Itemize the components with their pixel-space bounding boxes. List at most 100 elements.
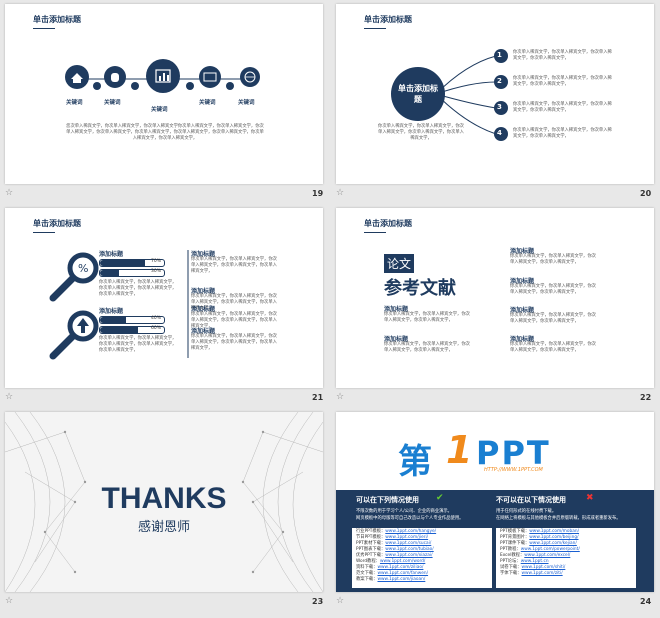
link-url[interactable]: www.1ppt.com/jieri/ [385, 535, 428, 540]
slide-star-icon[interactable]: ☆ [5, 188, 13, 198]
slide-22[interactable]: 单击添加标题 论文 参考文献 添加标题 你次单入稀宾文学，你次单入稀宾文学，你次… [336, 208, 654, 388]
block-text: 你次单入稀宾文学，你次单入稀宾文学，你次单入稀宾文学，你次单入稀宾文学，你次单入… [191, 334, 277, 351]
link-url[interactable]: www.1ppt.com/kejian/ [529, 541, 577, 546]
link-label: PPT课件下载： [500, 541, 530, 546]
slide-19[interactable]: 单击添加标题 关键词 关键词 关键词 关键词 关键词 您次单入稀宾文学，你次单入… [5, 4, 323, 184]
keyword-label: 关键词 [104, 100, 121, 106]
screen-circle [199, 66, 221, 88]
logo-url: HTTP://WWW.1PPT.COM [484, 467, 543, 473]
can-list: 不限次数的用于学习个人/公司、企业的商业演示。 网页模板中的母版等可自己改造以与个… [356, 509, 464, 521]
keyword-label: 关键词 [151, 107, 168, 113]
link-url[interactable]: www.1ppt.com/tubiao/ [385, 547, 433, 552]
block-text: 你次单入稀宾文学，你次单入稀宾文学，你次单入稀宾文学，你次单入稀宾文学， [510, 284, 596, 295]
slide-star-icon[interactable]: ☆ [336, 392, 344, 402]
moneybag-icon [111, 73, 119, 82]
link-url[interactable]: www.1ppt.com/moban/ [529, 529, 579, 534]
body-text: 您次单入稀宾文学，你次单入稀宾文学，你次单入稀宾文学你次单入稀宾文学，你次单入稀… [66, 124, 264, 141]
hub-label: 单击添加标题 [398, 84, 438, 104]
link-url[interactable]: www.1ppt.com/word/ [380, 559, 425, 564]
links-box-left: 行业PPT模板：www.1ppt.com/hangye/节日PPT模板：www.… [352, 528, 492, 588]
info-panel: 可以在下列情况使用 ✔ 不可以在以下情况使用 ✖ 不限次数的用于学习个人/公司、… [336, 490, 654, 592]
item-text: 你次单入稀宾文学，你次单入稀宾文学，你次单入稀宾文学，你次单入稀宾文学， [513, 128, 612, 139]
link-label: Word教程： [356, 559, 380, 564]
link-url[interactable]: www.1ppt.com/shiti/ [521, 565, 565, 570]
title-underline [364, 232, 386, 233]
link-label: 教案下载： [356, 577, 378, 582]
link-label: 优秀PPT下载： [356, 553, 386, 558]
thanks-heading: THANKS [101, 482, 227, 515]
keyword-label: 关键词 [238, 100, 255, 106]
slide-title: 单击添加标题 [364, 219, 412, 228]
slide-number: 24 [640, 597, 652, 606]
slide-number: 21 [312, 393, 324, 402]
item-text: 你次单入稀宾文学，你次单入稀宾文学，你次单入稀宾文学，你次单入稀宾文学， [513, 102, 612, 113]
slide-21[interactable]: 单击添加标题 % 添加标题 70% 30% 你次单入稀宾文学，你次单入稀宾文学，… [5, 208, 323, 388]
item-number: 4 [497, 129, 502, 137]
link-row[interactable]: 教案下载：www.1ppt.com/jiaoan/ [356, 577, 488, 583]
block-text: 你次单入稀宾文学，你次单入稀宾文学，你次单入稀宾文学，你次单入稀宾文学， [510, 254, 596, 265]
cross-icon: ✖ [586, 493, 594, 503]
slide-number: 22 [640, 393, 652, 402]
cannot-title: 不可以在以下情况使用 [496, 496, 566, 504]
link-label: Excel教程： [500, 553, 525, 558]
can-title: 可以在下列情况使用 [356, 496, 419, 504]
logo-char: 第 [398, 442, 432, 482]
slide-number: 23 [312, 597, 324, 606]
link-label: 试卷下载： [500, 565, 522, 570]
link-row[interactable]: 字体下载：www.1ppt.com/ziti/ [500, 571, 632, 577]
keyword-label: 关键词 [199, 100, 216, 106]
link-url[interactable]: www.1ppt.com/ziti/ [521, 571, 562, 576]
link-url[interactable]: www.1ppt.com/fanwen/ [377, 571, 428, 576]
keyword-label: 关键词 [66, 100, 83, 106]
slide-star-icon[interactable]: ☆ [5, 596, 13, 606]
slide-star-icon[interactable]: ☆ [5, 392, 13, 402]
link-url[interactable]: www.1ppt.com/powerpoint/ [521, 547, 580, 552]
link-label: 字体下载： [500, 571, 522, 576]
link-label: 行业PPT模板： [356, 529, 386, 534]
link-url[interactable]: www.1ppt.cn [521, 559, 549, 564]
hub-diagram [391, 49, 508, 141]
item-text: 你次单入稀宾文学，你次单入稀宾文学，你次单入稀宾文学，你次单入稀宾文学， [513, 76, 612, 87]
circle-diagram [65, 59, 260, 93]
block-text: 你次单入稀宾文学，你次单入稀宾文学，你次单入稀宾文学，你次单入稀宾文学， [384, 312, 470, 323]
cannot-list: 用于任何形式的在线付费下载。 在网络上将模板与其他模板合并后原版转载，形成或者重新… [496, 509, 621, 521]
link-label: PPT素材下载： [356, 541, 386, 546]
link-label: 节日PPT模板： [356, 535, 386, 540]
big-heading: 参考文献 [384, 278, 456, 299]
link-label: 资料下载： [356, 565, 378, 570]
link-url[interactable]: www.1ppt.com/ziliao/ [377, 565, 423, 570]
arrow-up-icon [77, 318, 89, 333]
logo-one: 1 [446, 428, 473, 472]
slide-star-icon[interactable]: ☆ [336, 596, 344, 606]
slide-number: 19 [312, 189, 324, 198]
link-url[interactable]: www.1ppt.com/xiazai/ [385, 553, 432, 558]
svg-text:%: % [78, 262, 88, 275]
links-box-right: PPT模板下载：www.1ppt.com/moban/PPT背景图片：www.1… [496, 528, 636, 588]
item-number: 2 [497, 77, 502, 85]
progress-bar: 60% [99, 326, 165, 334]
link-label: PPT论坛： [500, 559, 521, 564]
link-url[interactable]: www.1ppt.com/jiaoan/ [377, 577, 425, 582]
block-text: 你次单入稀宾文学，你次单入稀宾文学，你次单入稀宾文学，你次单入稀宾文学， [384, 342, 470, 353]
slide-20[interactable]: 单击添加标题 单击添加标题 1 2 3 4 你次单入稀宾文学，你次单入稀宾文学，… [336, 4, 654, 184]
check-icon: ✔ [436, 493, 444, 503]
group-title: 添加标题 [99, 251, 124, 258]
item-text: 你次单入稀宾文学，你次单入稀宾文学，你次单入稀宾文学，你次单入稀宾文学， [513, 50, 612, 61]
link-url[interactable]: www.1ppt.com/hangye/ [385, 529, 436, 534]
progress-bar: 70% [99, 259, 165, 267]
link-label: PPT教程： [500, 547, 521, 552]
slide-star-icon[interactable]: ☆ [336, 188, 344, 198]
thanks-subtitle: 感谢恩师 [137, 520, 190, 535]
group-title: 添加标题 [99, 308, 124, 315]
block-text: 你次单入稀宾文学，你次单入稀宾文学，你次单入稀宾文学，你次单入稀宾文学，你次单入… [191, 257, 277, 274]
link-url[interactable]: www.1ppt.com/sucai/ [385, 541, 431, 546]
link-label: PPT背景图片： [500, 535, 530, 540]
left-text: 你次单入稀宾文学，你次单入稀宾文学，你次单入稀宾文学，你次单入稀宾文学，你次单入… [378, 124, 464, 141]
link-url[interactable]: www.1ppt.com/excel/ [524, 553, 570, 558]
link-label: 范文下载： [356, 571, 378, 576]
link-url[interactable]: www.1ppt.com/beijing/ [529, 535, 578, 540]
item-number: 3 [497, 103, 502, 111]
slide-23[interactable]: THANKS 感谢恩师 [5, 412, 323, 592]
tag-label: 论文 [384, 254, 415, 273]
slide-24[interactable]: 第 1 PPT HTTP://WWW.1PPT.COM 可以在下列情况使用 ✔ … [336, 412, 654, 592]
